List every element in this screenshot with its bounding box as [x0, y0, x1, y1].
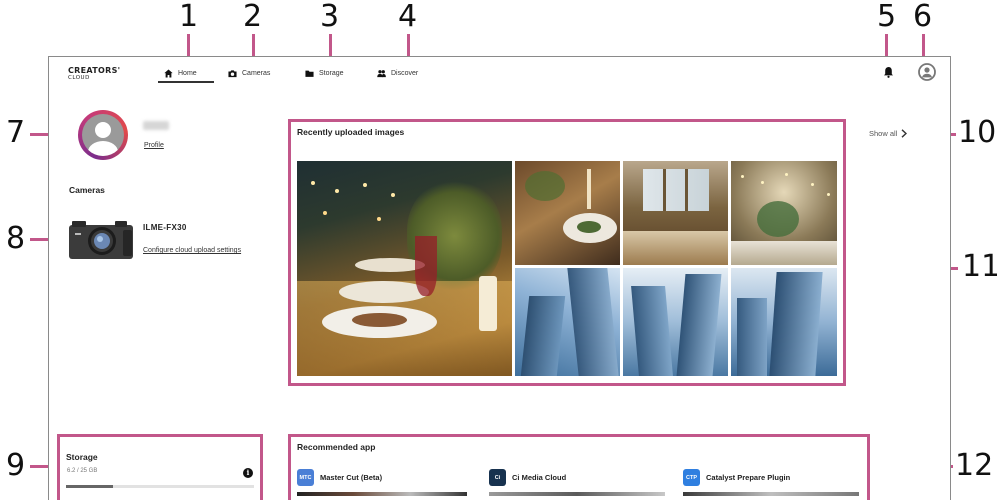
app-item-master-cut[interactable]: MTC Master Cut (Beta) [297, 469, 382, 486]
image-thumbnail[interactable] [731, 268, 837, 376]
callout-number-11: 11 [962, 249, 997, 284]
image-thumbnail[interactable] [515, 268, 620, 376]
callout-number-9: 9 [6, 448, 26, 483]
callout-number-12: 12 [955, 448, 994, 483]
callout-number-6: 6 [913, 0, 933, 34]
callout-number-1: 1 [179, 0, 199, 34]
image-thumbnail[interactable] [731, 161, 837, 265]
nav-tab-discover-label: Discover [391, 70, 419, 77]
camera-icon [228, 70, 237, 78]
chevron-right-icon [901, 129, 908, 138]
cameras-heading: Cameras [69, 185, 105, 195]
profile-link[interactable]: Profile [144, 142, 164, 149]
home-icon [164, 69, 173, 78]
callout-number-4: 4 [398, 0, 418, 34]
avatar-placeholder [82, 114, 124, 156]
callout-number-7: 7 [6, 115, 26, 150]
nav-tab-storage[interactable]: Storage [305, 69, 344, 78]
configure-cloud-upload-link[interactable]: Configure cloud upload settings [143, 243, 253, 258]
camera-model-name: ILME-FX30 [143, 223, 187, 232]
logo-subtitle: CLOUD [68, 75, 90, 81]
storage-usage-fill [66, 485, 113, 488]
app-name: Ci Media Cloud [512, 473, 567, 482]
app-item-catalyst-prepare[interactable]: CTP Catalyst Prepare Plugin [683, 469, 790, 486]
image-thumbnail[interactable] [515, 161, 620, 265]
creators-cloud-logo[interactable]: CREATORS' CLOUD [68, 67, 120, 82]
bell-icon[interactable] [883, 66, 894, 78]
image-thumbnail[interactable] [297, 161, 512, 376]
app-item-ci-media-cloud[interactable]: Ci Ci Media Cloud [489, 469, 566, 486]
app-icon-master-cut: MTC [297, 469, 314, 486]
callout-number-8: 8 [6, 221, 26, 256]
storage-panel[interactable] [57, 434, 263, 500]
folder-icon [305, 70, 314, 77]
camera-thumbnail[interactable] [69, 219, 133, 259]
recommended-app-title: Recommended app [297, 442, 376, 452]
callout-number-2: 2 [243, 0, 263, 34]
nav-tab-home[interactable]: Home [164, 69, 197, 78]
callout-number-5: 5 [877, 0, 897, 34]
logo-name: CREATORS' [68, 66, 121, 75]
info-icon[interactable]: i [243, 468, 253, 478]
app-preview-image [297, 492, 467, 496]
storage-usage-text: 6.2 / 25 GB [67, 468, 98, 474]
recent-images-title: Recently uploaded images [297, 127, 405, 137]
image-thumbnail[interactable] [623, 268, 728, 376]
callout-number-3: 3 [320, 0, 340, 34]
app-name: Master Cut (Beta) [320, 473, 383, 482]
nav-tab-storage-label: Storage [319, 70, 344, 77]
app-preview-image [489, 492, 665, 496]
app-preview-image [683, 492, 859, 496]
nav-tab-home-label: Home [178, 70, 197, 77]
nav-tab-cameras[interactable]: Cameras [228, 69, 270, 78]
app-name: Catalyst Prepare Plugin [706, 473, 791, 482]
image-thumbnail[interactable] [623, 161, 728, 265]
profile-avatar[interactable] [78, 110, 128, 160]
people-icon [377, 70, 386, 78]
app-icon-ci-media-cloud: Ci [489, 469, 506, 486]
show-all-label: Show all [869, 129, 898, 138]
user-name-blurred [143, 121, 169, 130]
nav-tab-discover[interactable]: Discover [377, 69, 418, 78]
nav-tab-cameras-label: Cameras [242, 70, 271, 77]
account-icon[interactable] [918, 63, 936, 81]
show-all-button[interactable]: Show all [869, 129, 908, 138]
callout-number-10: 10 [958, 115, 997, 150]
storage-title: Storage [66, 452, 98, 462]
app-icon-catalyst-prepare: CTP [683, 469, 700, 486]
nav-active-indicator [158, 81, 214, 83]
